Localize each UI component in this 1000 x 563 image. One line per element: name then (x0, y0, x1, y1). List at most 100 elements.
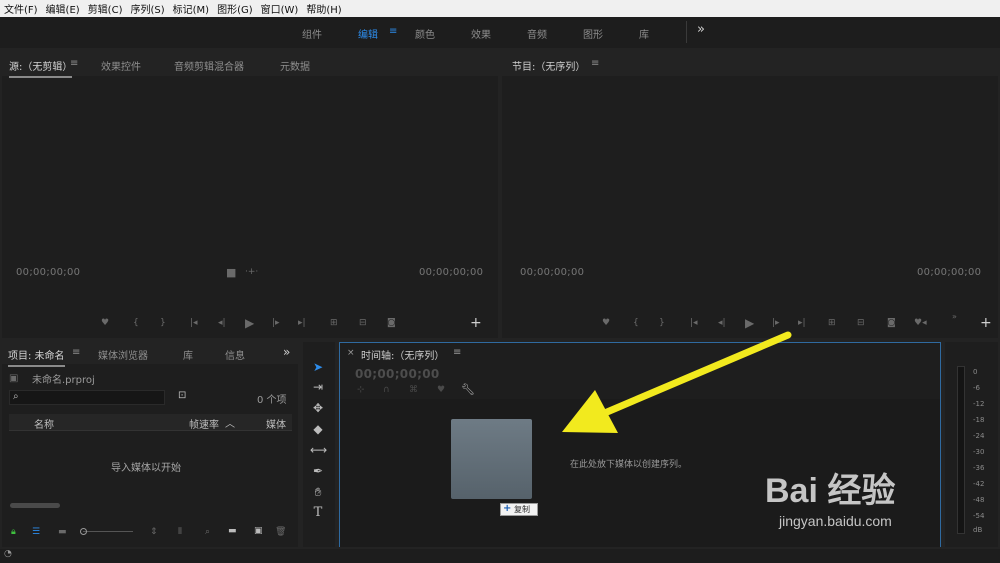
menu-window[interactable]: 窗口(W) (257, 1, 303, 16)
project-menu-icon[interactable]: ≡ (72, 347, 80, 358)
add-marker-icon[interactable]: ♥ (101, 318, 109, 328)
sort-icons-icon[interactable]: ⇕ (150, 527, 158, 537)
timeline-title[interactable]: 时间轴:（无序列） (361, 347, 444, 362)
project-file-name: 未命名.prproj (32, 375, 95, 386)
tab-program[interactable]: 节目:（无序列） (512, 58, 585, 73)
clear-icon[interactable]: 🗑︎ (275, 527, 286, 537)
mark-out-icon[interactable]: } (160, 318, 166, 328)
timeline-timecode[interactable]: 00;00;00;00 (355, 367, 440, 381)
project-panel: 项目: 未命名 ≡ 媒体浏览器 库 信息 » ▣ 未命名.prproj ⌕ ⊡ … (2, 342, 298, 547)
overwrite-icon[interactable]: ⊟ (359, 318, 367, 328)
step-forward-icon[interactable]: |▸ (272, 318, 280, 328)
new-item-icon[interactable]: ▣ (254, 526, 263, 536)
step-back-icon[interactable]: ◂| (218, 318, 226, 328)
project-search-input[interactable] (9, 390, 165, 405)
new-bin-icon[interactable]: ▬ (228, 526, 237, 536)
selection-tool-icon[interactable]: ➤ (310, 359, 326, 375)
lift-icon[interactable]: ⊞ (828, 318, 836, 328)
source-menu-icon[interactable]: ≡ (70, 58, 78, 69)
sort-ascending-icon[interactable]: ︿ (225, 415, 235, 430)
automate-to-sequence-icon[interactable]: ⦀ (178, 527, 182, 537)
source-timecode-current[interactable]: 00;00;00;00 (16, 267, 80, 278)
more-controls-icon[interactable]: » (952, 312, 957, 321)
workspace-audio[interactable]: 音频 (527, 26, 547, 41)
column-name[interactable]: 名称 (34, 416, 54, 431)
add-button-icon[interactable]: + (470, 315, 482, 331)
tab-source[interactable]: 源:（无剪辑） (9, 58, 73, 78)
ripple-edit-tool-icon[interactable]: ✥ (310, 400, 326, 416)
tab-media-browser[interactable]: 媒体浏览器 (98, 347, 148, 362)
program-timecode-current[interactable]: 00;00;00;00 (520, 267, 584, 278)
snap-icon[interactable]: ∩ (383, 385, 390, 395)
workspace-editing[interactable]: 编辑 (358, 26, 378, 41)
meter-tick: -30 (973, 448, 985, 456)
extract-icon[interactable]: ⊟ (857, 318, 865, 328)
menu-marker[interactable]: 标记(M) (169, 1, 213, 16)
extract-audio-icon[interactable]: ·+· (245, 267, 258, 277)
workspace-menu-icon[interactable]: ≡ (389, 26, 397, 37)
type-tool-icon[interactable]: T (310, 505, 326, 521)
menu-file[interactable]: 文件(F) (0, 1, 42, 16)
settings-wrench-icon[interactable]: 🔧︎ (461, 383, 475, 396)
icon-view-icon[interactable]: ▬ (58, 527, 67, 537)
tab-audio-clip-mixer[interactable]: 音频剪辑混合器 (174, 58, 244, 73)
menu-edit[interactable]: 编辑(E) (42, 1, 84, 16)
zoom-slider-handle[interactable] (80, 528, 87, 535)
play-icon[interactable]: ▶ (245, 316, 254, 330)
lock-icon[interactable]: 🔒︎ (11, 527, 16, 537)
workspace-graphics[interactable]: 图形 (583, 26, 603, 41)
workspace-color[interactable]: 颜色 (415, 26, 435, 41)
menu-help[interactable]: 帮助(H) (302, 1, 345, 16)
more-tabs-icon[interactable]: » (283, 345, 290, 359)
column-media[interactable]: 媒体 (266, 416, 290, 431)
go-to-in-icon[interactable]: |◂ (190, 318, 198, 328)
add-button-icon[interactable]: + (980, 315, 992, 331)
comparison-view-icon[interactable]: ♥◂ (914, 318, 927, 328)
tab-metadata[interactable]: 元数据 (280, 58, 310, 73)
add-marker-icon[interactable]: ♥ (437, 385, 445, 395)
source-monitor-panel: 源:（无剪辑） ≡ 效果控件 音频剪辑混合器 元数据 00;00;00;00 ■… (2, 50, 498, 338)
meter-tick: -18 (973, 416, 985, 424)
horizontal-scrollbar[interactable] (10, 503, 60, 508)
watermark-url: jingyan.baidu.com (779, 513, 892, 529)
workspace-effects[interactable]: 效果 (471, 26, 491, 41)
find-icon[interactable]: ⌕ (205, 527, 210, 537)
watermark-logo: Bai 经验 jingyan.baidu.com (765, 455, 945, 529)
export-frame-icon[interactable]: ◙ (387, 318, 396, 328)
hand-tool-icon[interactable]: ✋︎ (310, 484, 326, 500)
go-to-out-icon[interactable]: ▸| (298, 318, 306, 328)
nest-icon[interactable]: ⊹ (357, 385, 365, 395)
mark-in-icon[interactable]: { (133, 318, 139, 328)
menu-sequence[interactable]: 序列(S) (126, 1, 168, 16)
menu-clip[interactable]: 剪辑(C) (84, 1, 127, 16)
menu-graphics[interactable]: 图形(G) (213, 1, 257, 16)
status-bar (0, 549, 1000, 563)
workspace-assembly[interactable]: 组件 (302, 26, 322, 41)
new-search-bin-icon[interactable]: ⊡ (178, 390, 186, 401)
program-menu-icon[interactable]: ≡ (591, 58, 599, 69)
timeline-menu-icon[interactable]: ≡ (453, 347, 461, 358)
close-icon[interactable]: × (347, 348, 355, 358)
zoom-slider[interactable] (83, 531, 133, 532)
workspace-libraries[interactable]: 库 (639, 26, 649, 41)
drop-frame-icon[interactable]: ■ (226, 266, 236, 279)
linked-selection-icon[interactable]: ⌘ (409, 385, 418, 395)
export-frame-icon[interactable]: ◙ (887, 318, 896, 328)
tab-libraries[interactable]: 库 (183, 347, 193, 362)
source-timecode-duration: 00;00;00;00 (419, 267, 484, 278)
tab-project[interactable]: 项目: 未命名 (8, 347, 65, 367)
slip-tool-icon[interactable]: ⟷ (310, 442, 327, 458)
pen-tool-icon[interactable]: ✒ (310, 463, 326, 479)
meter-tick: 0 (973, 368, 978, 376)
annotation-arrow (562, 331, 792, 433)
razor-tool-icon[interactable]: ◆ (310, 421, 326, 437)
insert-icon[interactable]: ⊞ (330, 318, 338, 328)
more-workspaces-icon[interactable]: » (697, 22, 705, 37)
list-view-icon[interactable]: ☰ (32, 527, 40, 537)
track-select-tool-icon[interactable]: ⇥ (310, 379, 326, 395)
workspace-bar (0, 17, 1000, 48)
meter-tick: -48 (973, 496, 985, 504)
column-frame-rate[interactable]: 帧速率 (189, 416, 219, 431)
tab-info[interactable]: 信息 (225, 347, 245, 362)
tab-effect-controls[interactable]: 效果控件 (101, 58, 141, 73)
